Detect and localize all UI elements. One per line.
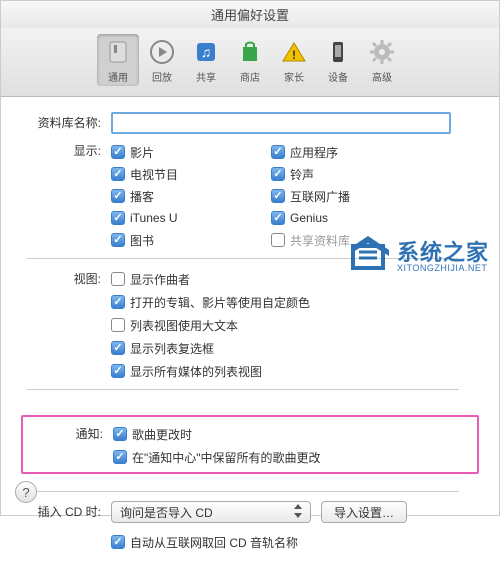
window-title: 通用偏好设置	[1, 1, 499, 28]
warn-icon: !	[278, 36, 310, 68]
cd-action-select[interactable]: 询问是否导入 CD	[111, 501, 311, 523]
content: 资料库名称: 显示: 影片 应用程序 电视节目 铃声 播客 互联网广播 iTun…	[1, 97, 499, 409]
chevron-updown-icon	[294, 504, 302, 521]
library-name-input[interactable]	[111, 112, 451, 134]
check-radio[interactable]	[271, 189, 285, 203]
check-movies[interactable]	[111, 145, 125, 159]
check-song-changed[interactable]	[113, 427, 127, 441]
check-tones[interactable]	[271, 167, 285, 181]
check-all-media-list[interactable]	[111, 364, 125, 378]
cd-label: 插入 CD 时:	[1, 501, 111, 520]
view-row: 视图: 显示作曲者 打开的专辑、影片等使用自定颜色 列表视图使用大文本 显示列表…	[1, 268, 479, 380]
check-tv[interactable]	[111, 167, 125, 181]
display-label: 显示:	[1, 140, 111, 159]
library-name-label: 资料库名称:	[1, 112, 111, 131]
divider	[27, 258, 459, 259]
display-checks: 影片 应用程序 电视节目 铃声 播客 互联网广播 iTunes U Genius…	[111, 140, 479, 249]
bag-icon	[234, 36, 266, 68]
svg-text:♫: ♫	[201, 44, 212, 60]
check-list-checkboxes[interactable]	[111, 341, 125, 355]
svg-text:!: !	[292, 48, 296, 62]
toolbar-sharing[interactable]: ♫ 共享	[185, 34, 227, 86]
play-icon	[146, 36, 178, 68]
check-composer[interactable]	[111, 272, 125, 286]
cd-row: 插入 CD 时: 询问是否导入 CD 导入设置…	[1, 501, 479, 523]
toolbar-devices[interactable]: 设备	[317, 34, 359, 86]
help-button[interactable]: ?	[15, 481, 37, 503]
phone-icon	[322, 36, 354, 68]
view-label: 视图:	[1, 268, 111, 287]
toolbar-advanced[interactable]: 高级	[361, 34, 403, 86]
switch-icon	[102, 36, 134, 68]
check-books[interactable]	[111, 233, 125, 247]
music-icon: ♫	[190, 36, 222, 68]
notify-checks: 歌曲更改时 在"通知中心"中保留所有的歌曲更改	[113, 423, 477, 466]
check-apps[interactable]	[271, 145, 285, 159]
toolbar-playback[interactable]: 回放	[141, 34, 183, 86]
display-row: 显示: 影片 应用程序 电视节目 铃声 播客 互联网广播 iTunes U Ge…	[1, 140, 479, 249]
toolbar-parental[interactable]: ! 家长	[273, 34, 315, 86]
check-itunesu[interactable]	[111, 211, 125, 225]
library-name-row: 资料库名称:	[1, 112, 479, 134]
check-genius[interactable]	[271, 211, 285, 225]
toolbar: 通用 回放 ♫ 共享 商店 ! 家长 设备 高级	[1, 28, 499, 97]
notification-highlight: 通知: 歌曲更改时 在"通知中心"中保留所有的歌曲更改	[21, 415, 479, 474]
check-large-text[interactable]	[111, 318, 125, 332]
toolbar-general[interactable]: 通用	[97, 34, 139, 86]
preferences-window: 通用偏好设置 通用 回放 ♫ 共享 商店 ! 家长 设备 高级	[0, 0, 500, 516]
import-settings-button[interactable]: 导入设置…	[321, 501, 407, 523]
check-auto-fetch-cd[interactable]	[111, 535, 125, 549]
notify-label: 通知:	[23, 423, 113, 442]
check-podcast[interactable]	[111, 189, 125, 203]
view-checks: 显示作曲者 打开的专辑、影片等使用自定颜色 列表视图使用大文本 显示列表复选框 …	[111, 268, 479, 380]
check-shared-lib[interactable]	[271, 233, 285, 247]
check-keep-notifications[interactable]	[113, 450, 127, 464]
check-custom-color[interactable]	[111, 295, 125, 309]
divider	[27, 491, 459, 492]
gear-icon	[366, 36, 398, 68]
toolbar-store[interactable]: 商店	[229, 34, 271, 86]
divider	[27, 389, 459, 390]
